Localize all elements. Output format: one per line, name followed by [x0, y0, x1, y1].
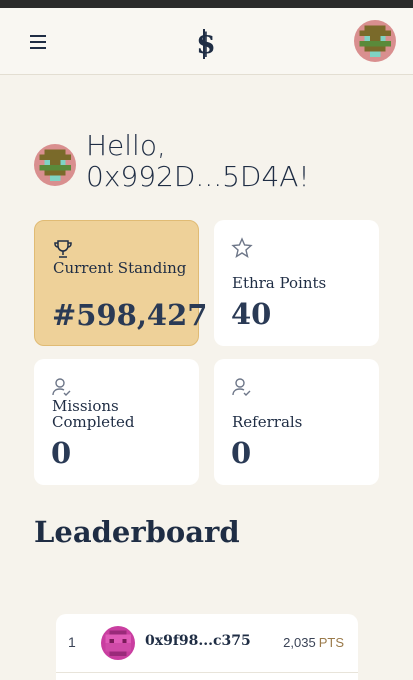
row-divider [56, 672, 358, 673]
greeting-line1: Hello, [86, 129, 166, 162]
current-standing-label: Current Standing [53, 259, 187, 277]
status-bar [0, 0, 413, 8]
row-points-unit: PTS [318, 635, 344, 650]
greeting-text: Hello, 0x992D...5D4A! [86, 130, 386, 192]
greeting-address: 0x992D...5D4A! [86, 160, 310, 193]
referrals-card: Referrals 0 [214, 359, 379, 485]
user-avatar[interactable] [354, 20, 396, 62]
leaderboard-title: Leaderboard [34, 515, 240, 549]
missions-completed-label: Missions Completed [52, 397, 135, 431]
leaderboard-list: 1 0x9f98...c375 2,035 PTS [56, 614, 358, 680]
app-header: $ [0, 8, 413, 75]
referrals-label: Referrals [232, 413, 303, 431]
current-standing-card: Current Standing #598,427 [34, 220, 207, 346]
user-check-icon [232, 378, 251, 396]
svg-text:$: $ [196, 27, 215, 60]
hamburger-icon[interactable] [30, 35, 46, 49]
star-icon [231, 237, 253, 259]
ethra-points-label: Ethra Points [232, 274, 327, 292]
row-points-value: 2,035 [283, 635, 316, 650]
referrals-value: 0 [231, 436, 252, 470]
trophy-icon [54, 240, 72, 258]
row-points: 2,035 PTS [283, 635, 344, 650]
row-rank: 1 [68, 634, 76, 650]
missions-completed-card: Missions Completed 0 [34, 359, 199, 485]
ethra-points-card: Ethra Points 40 [214, 220, 379, 346]
row-avatar [101, 626, 135, 660]
greeting-avatar [34, 144, 76, 186]
missions-completed-value: 0 [51, 436, 72, 470]
row-address: 0x9f98...c375 [145, 633, 251, 649]
user-check-icon [52, 378, 71, 396]
current-standing-value: #598,427 [52, 298, 208, 332]
ethra-points-value: 40 [231, 297, 272, 331]
dollar-logo-icon[interactable]: $ [190, 25, 222, 61]
